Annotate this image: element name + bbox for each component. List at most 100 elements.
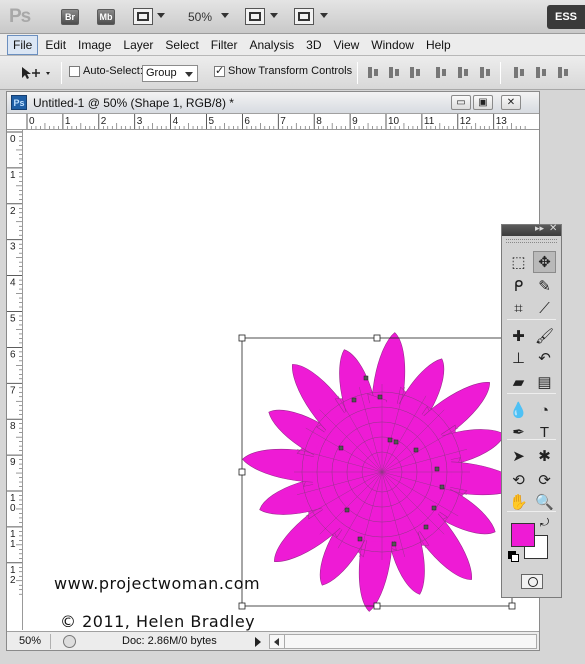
distribute-bottom-edges-icon[interactable] xyxy=(556,65,571,80)
align-bottom-edges-icon[interactable] xyxy=(408,65,423,80)
transform-handle[interactable] xyxy=(373,334,381,342)
transform-handle[interactable] xyxy=(238,602,246,610)
anchor-point[interactable] xyxy=(393,439,399,445)
workspace-switcher[interactable]: ESS xyxy=(547,5,585,29)
menu-help[interactable]: Help xyxy=(421,36,456,54)
zoom-tool-icon[interactable]: 🔍 xyxy=(533,491,556,513)
healing-brush-tool-icon[interactable]: ✚ xyxy=(507,325,530,347)
minimize-window-button[interactable]: ▭ xyxy=(451,95,471,110)
screen-mode-button[interactable] xyxy=(294,8,314,25)
chevron-down-icon[interactable] xyxy=(270,13,278,18)
lasso-tool-icon[interactable]: ᑭ xyxy=(507,275,530,297)
menu-file[interactable]: File xyxy=(7,34,39,55)
chevron-down-icon[interactable] xyxy=(221,13,229,18)
move-tool-icon[interactable]: ✥ xyxy=(533,251,556,273)
menu-image[interactable]: Image xyxy=(73,36,116,54)
gradient-tool-icon[interactable]: ▤ xyxy=(533,371,556,393)
history-brush-tool-icon[interactable]: ↶ xyxy=(533,347,556,369)
arrange-documents-button[interactable] xyxy=(245,8,265,25)
transform-handle[interactable] xyxy=(373,602,381,610)
horizontal-scrollbar[interactable] xyxy=(269,634,537,649)
dodge-tool-icon[interactable]: ◔ xyxy=(533,399,556,421)
anchor-point[interactable] xyxy=(351,397,357,403)
auto-select-checkbox[interactable] xyxy=(69,66,80,77)
default-colors-icon[interactable] xyxy=(508,551,519,562)
move-tool-preset-picker[interactable] xyxy=(18,64,56,82)
3d-rotate-tool-icon[interactable]: ⟲ xyxy=(507,469,530,491)
chevron-down-icon[interactable] xyxy=(157,13,165,18)
align-right-edges-icon[interactable] xyxy=(478,65,493,80)
document-tab[interactable]: Ps Untitled-1 @ 50% (Shape 1, RGB/8) * ▭… xyxy=(7,92,539,114)
distribute-top-edges-icon[interactable] xyxy=(512,65,527,80)
menu-window[interactable]: Window xyxy=(366,36,419,54)
align-vertical-centers-icon[interactable] xyxy=(387,65,402,80)
restore-window-button[interactable]: ▣ xyxy=(473,95,493,110)
menu-select[interactable]: Select xyxy=(160,36,203,54)
zoom-level-display[interactable]: 50% xyxy=(188,10,212,24)
transform-handle[interactable] xyxy=(238,334,246,342)
swap-colors-icon[interactable]: ⤾ xyxy=(540,517,549,530)
foreground-color-swatch[interactable] xyxy=(511,523,535,547)
anchor-point[interactable] xyxy=(439,484,445,490)
anchor-point[interactable] xyxy=(357,536,363,542)
menu-filter[interactable]: Filter xyxy=(206,36,243,54)
anchor-point[interactable] xyxy=(431,505,437,511)
shape-tool-icon[interactable]: ✱ xyxy=(533,445,556,467)
ruler-label: 1 xyxy=(10,539,16,550)
quick-selection-tool-icon[interactable]: ✎ xyxy=(533,275,556,297)
starburst-shape[interactable] xyxy=(24,131,539,631)
document-canvas[interactable]: © 2011, Helen Bradley xyxy=(24,131,539,631)
path-selection-tool-icon[interactable]: ➤ xyxy=(507,445,530,467)
distribute-vertical-centers-icon[interactable] xyxy=(534,65,549,80)
eraser-tool-icon[interactable]: ▰ xyxy=(507,371,530,393)
divider xyxy=(61,62,62,84)
auto-select-mode-dropdown[interactable]: Group xyxy=(142,65,198,82)
anchor-point[interactable] xyxy=(387,437,393,443)
anchor-point[interactable] xyxy=(338,445,344,451)
anchor-point[interactable] xyxy=(423,524,429,530)
show-transform-controls-checkbox[interactable] xyxy=(214,64,225,77)
menu-3d[interactable]: 3D xyxy=(301,36,326,54)
view-extras-button[interactable] xyxy=(133,8,153,25)
ruler-ticks: 0123456789101112 xyxy=(7,131,22,595)
3d-orbit-tool-icon[interactable]: ⟳ xyxy=(533,469,556,491)
tools-panel-header[interactable]: ▸▸ ✕ xyxy=(502,223,561,236)
menu-view[interactable]: View xyxy=(328,36,364,54)
copyright-line: © 2011, Helen Bradley xyxy=(60,612,256,631)
zoom-field[interactable]: 50% xyxy=(11,634,51,649)
anchor-point[interactable] xyxy=(363,375,369,381)
horizontal-ruler[interactable]: 0 1 2 3 4 5 6 7 8 9 10 11 12 13 xyxy=(7,114,539,130)
align-horizontal-centers-icon[interactable] xyxy=(456,65,471,80)
scroll-left-icon[interactable] xyxy=(270,635,285,648)
marquee-tool-icon[interactable]: ⬚ xyxy=(507,251,530,273)
close-panel-icon[interactable]: ✕ xyxy=(549,223,557,234)
menu-layer[interactable]: Layer xyxy=(118,36,158,54)
status-info-icon[interactable] xyxy=(63,635,76,648)
anchor-point[interactable] xyxy=(344,507,350,513)
panel-grip[interactable] xyxy=(506,239,557,243)
anchor-point[interactable] xyxy=(413,447,419,453)
anchor-point[interactable] xyxy=(391,541,397,547)
eyedropper-tool-icon[interactable]: ⟋ xyxy=(533,297,556,319)
menu-edit[interactable]: Edit xyxy=(40,36,71,54)
vertical-ruler[interactable]: 0123456789101112 xyxy=(7,130,23,630)
transform-handle[interactable] xyxy=(508,602,516,610)
quick-mask-button[interactable] xyxy=(521,574,543,589)
align-left-edges-icon[interactable] xyxy=(434,65,449,80)
collapse-panel-icon[interactable]: ▸▸ xyxy=(535,223,544,234)
align-top-edges-icon[interactable] xyxy=(366,65,381,80)
launch-mini-bridge-button[interactable]: Mb xyxy=(97,9,115,25)
transform-handle[interactable] xyxy=(238,468,246,476)
blur-tool-icon[interactable]: 💧 xyxy=(507,399,530,421)
close-window-button[interactable]: ✕ xyxy=(501,95,521,110)
anchor-point[interactable] xyxy=(434,466,440,472)
status-menu-arrow-icon[interactable] xyxy=(255,637,261,647)
anchor-point[interactable] xyxy=(377,394,383,400)
menu-analysis[interactable]: Analysis xyxy=(244,36,299,54)
launch-bridge-button[interactable]: Br xyxy=(61,9,79,25)
hand-tool-icon[interactable]: ✋ xyxy=(507,491,530,513)
chevron-down-icon[interactable] xyxy=(320,13,328,18)
crop-tool-icon[interactable]: ⌗ xyxy=(507,297,530,319)
brush-tool-icon[interactable]: 🖌 xyxy=(533,325,556,347)
clone-stamp-tool-icon[interactable]: ⊥ xyxy=(507,347,530,369)
